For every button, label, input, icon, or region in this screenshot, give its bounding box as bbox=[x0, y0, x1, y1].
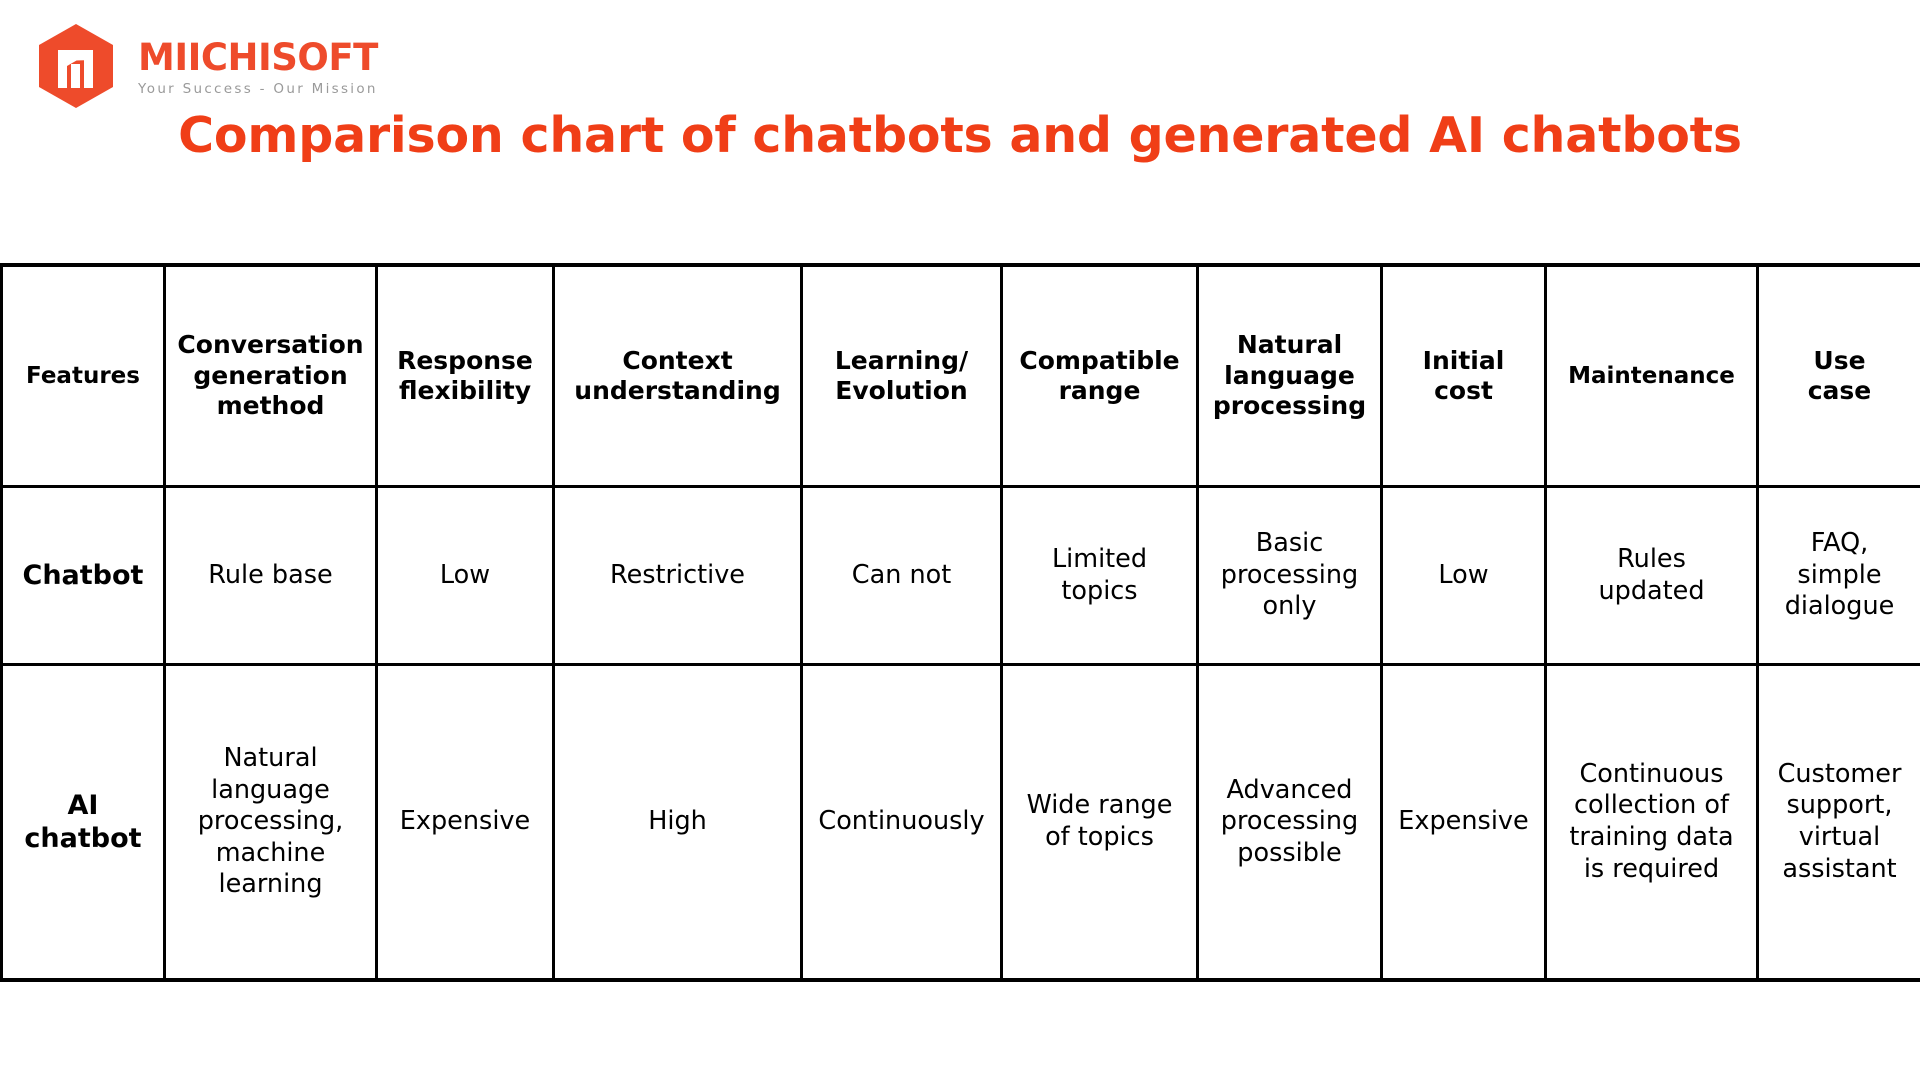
cell-ai-chatbot-conversation-generation-method: Natural language processing, machine learnin… bbox=[163, 663, 378, 982]
header-line-1: Response bbox=[397, 345, 533, 375]
cell-chatbot-maintenance: Rules updated bbox=[1544, 485, 1759, 666]
cell-chatbot-response-flexibility: Low bbox=[375, 485, 555, 666]
comparison-table: Features Conversation generation method … bbox=[0, 263, 1920, 982]
header-line-1: Learning/ bbox=[834, 345, 969, 375]
header-line-2: Evolution bbox=[835, 376, 968, 405]
cell-chatbot-learning-evolution: Can not bbox=[800, 485, 1003, 666]
column-header-initial-cost: Initial cost bbox=[1380, 263, 1547, 488]
miichisoft-hexagon-m-logo-icon bbox=[30, 20, 122, 112]
header-line-1: Use bbox=[1813, 345, 1866, 375]
slide-canvas: MIICHISOFT Your Success - Our Mission Co… bbox=[0, 0, 1920, 1080]
header-line-1: Context bbox=[622, 345, 733, 375]
header-line-2: generation bbox=[193, 360, 348, 390]
header-line-2: range bbox=[1058, 376, 1141, 405]
cell-ai-chatbot-learning-evolution: Continuously bbox=[800, 663, 1003, 982]
cell-ai-chatbot-compatible-range: Wide range of topics bbox=[1000, 663, 1199, 982]
header-line-2: language bbox=[1224, 360, 1355, 390]
column-header-conversation-generation-method: Conversation generation method bbox=[163, 263, 378, 488]
column-header-context-understanding: Context understanding bbox=[552, 263, 803, 488]
table-row: AI chatbot Natural language processing, mach… bbox=[0, 663, 1920, 982]
comparison-table-container: Features Conversation generation method … bbox=[0, 263, 1920, 982]
cell-ai-chatbot-response-flexibility: Expensive bbox=[375, 663, 555, 982]
brand-text-block: MIICHISOFT Your Success - Our Mission bbox=[138, 35, 378, 97]
cell-ai-chatbot-natural-language-processing: Advanced processing possible bbox=[1196, 663, 1383, 982]
column-header-learning-evolution: Learning/ Evolution bbox=[800, 263, 1003, 488]
header-line-2: cost bbox=[1434, 376, 1493, 405]
row-label-ai-chatbot: AI chatbot bbox=[0, 663, 166, 982]
cell-ai-chatbot-use-case: Customer support, virtual assistant bbox=[1756, 663, 1920, 982]
cell-chatbot-context-understanding: Restrictive bbox=[552, 485, 803, 666]
header-line-1: Conversation bbox=[177, 330, 364, 360]
header-line-1: Features bbox=[26, 362, 140, 389]
brand-name: MIICHISOFT bbox=[138, 36, 378, 80]
column-header-compatible-range: Compatible range bbox=[1000, 263, 1199, 488]
brand-logo-block: MIICHISOFT Your Success - Our Mission bbox=[30, 20, 378, 112]
column-header-maintenance: Maintenance bbox=[1544, 263, 1759, 488]
header-line-2: flexibility bbox=[398, 376, 532, 405]
cell-ai-chatbot-initial-cost: Expensive bbox=[1380, 663, 1547, 982]
cell-chatbot-natural-language-processing: Basic processing only bbox=[1196, 485, 1383, 666]
cell-chatbot-conversation-generation-method: Rule base bbox=[163, 485, 378, 666]
cell-chatbot-compatible-range: Limited topics bbox=[1000, 485, 1199, 666]
cell-chatbot-use-case: FAQ, simple dialogue bbox=[1756, 485, 1920, 666]
header-line-2: understanding bbox=[574, 376, 781, 405]
header-line-2: case bbox=[1807, 376, 1872, 405]
table-header-row: Features Conversation generation method … bbox=[0, 263, 1920, 488]
cell-ai-chatbot-context-understanding: High bbox=[552, 663, 803, 982]
row-label-chatbot: Chatbot bbox=[0, 485, 166, 666]
column-header-features: Features bbox=[0, 263, 166, 488]
header-line-1: Maintenance bbox=[1568, 362, 1735, 389]
header-line-1: Natural bbox=[1236, 330, 1343, 360]
header-line-3: processing bbox=[1212, 391, 1367, 421]
brand-tagline: Your Success - Our Mission bbox=[138, 81, 378, 98]
table-row: Chatbot Rule base Low Restrictive Can no… bbox=[0, 485, 1920, 666]
column-header-natural-language-processing: Natural language processing bbox=[1196, 263, 1383, 488]
column-header-use-case: Use case bbox=[1756, 263, 1920, 488]
page-title: Comparison chart of chatbots and generat… bbox=[178, 107, 1742, 164]
header-line-1: Initial bbox=[1422, 345, 1505, 375]
cell-chatbot-initial-cost: Low bbox=[1380, 485, 1547, 666]
header-line-1: Compatible bbox=[1019, 345, 1180, 375]
cell-ai-chatbot-maintenance: Continuous collection of training data is r… bbox=[1544, 663, 1759, 982]
column-header-response-flexibility: Response flexibility bbox=[375, 263, 555, 488]
header-line-3: method bbox=[216, 391, 325, 421]
